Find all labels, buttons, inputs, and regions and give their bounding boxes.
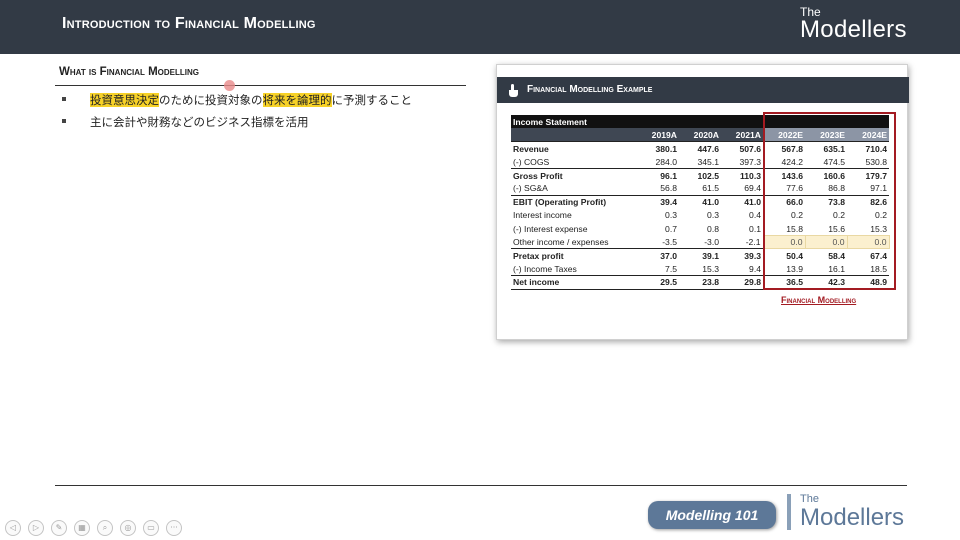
footer-divider: [55, 485, 907, 486]
logo-bar-icon: [787, 494, 791, 530]
year-header: 2020A: [679, 128, 721, 142]
table-cell: 0.8: [707, 223, 719, 234]
table-cell: 39.1: [679, 248, 721, 263]
bullet-list: 投資意思決定のために投資対象の将来を論理的に予測すること 主に会計や財務などのビ…: [62, 92, 482, 136]
bullet-square-icon: [62, 119, 66, 123]
table-cell: 0.1: [749, 223, 761, 234]
hand-pointer-icon: [509, 84, 518, 97]
bullet-text: 投資意思決定のために投資対象の将来を論理的に予測すること: [90, 92, 412, 108]
slide-title: Introduction to Financial Modelling: [62, 15, 316, 32]
bullet-text-part: のために投資対象の: [159, 93, 263, 107]
table-cell: 41.0: [679, 194, 721, 209]
table-cell: -3.5: [662, 236, 677, 247]
table-cell: 397.3: [739, 156, 761, 167]
year-header: 2019A: [637, 128, 679, 142]
zoom-icon[interactable]: ⌕: [97, 520, 113, 536]
year-header: 2021A: [721, 128, 763, 142]
next-icon[interactable]: ▷: [28, 520, 44, 536]
header-logo: The Modellers: [800, 6, 907, 42]
bullet-text-part: に予測すること: [331, 93, 413, 107]
table-cell: 0.4: [749, 210, 761, 221]
table-cell: -3.0: [704, 236, 719, 247]
bullet-item: 主に会計や財務などのビジネス指標を活用: [62, 114, 482, 136]
forecast-highlight-box: [763, 112, 896, 290]
highlighted-text: 投資意思決定: [90, 93, 159, 107]
footer-logo: The Modellers: [800, 494, 904, 531]
table-title: Income Statement: [511, 115, 637, 129]
row-label: Interest income: [513, 210, 572, 221]
table-cell: 23.8: [679, 275, 721, 290]
logo-word: Modellers: [800, 16, 907, 43]
table-cell: 284.0: [655, 156, 677, 167]
row-label: (-) Income Taxes: [513, 263, 577, 274]
prev-icon[interactable]: ◁: [5, 520, 21, 536]
bullet-item: 投資意思決定のために投資対象の将来を論理的に予測すること: [62, 92, 482, 114]
table-cell: 0.7: [665, 223, 677, 234]
table-cell: -2.1: [745, 236, 761, 247]
table-cell: 41.0: [721, 194, 763, 209]
table-cell: 0.3: [707, 210, 719, 221]
table-cell: 0.3: [665, 210, 677, 221]
row-label: Other income / expenses: [513, 236, 609, 247]
course-badge: Modelling 101: [648, 501, 776, 529]
course-badge-label: Modelling 101: [665, 507, 759, 523]
slide-header: Introduction to Financial Modelling The …: [0, 0, 960, 54]
card-title: Financial Modelling Example: [527, 84, 653, 95]
table-cell: 37.0: [637, 248, 679, 263]
table-cell: 61.5: [702, 183, 719, 194]
table-cell: 39.4: [637, 194, 679, 209]
logo-word: Modellers: [800, 504, 905, 531]
table-cell: 9.4: [749, 263, 761, 274]
pen-icon[interactable]: ✎: [51, 520, 67, 536]
table-cell: 7.5: [665, 263, 677, 274]
table-cell: 39.3: [721, 248, 763, 263]
example-card: Financial Modelling Example Income State…: [496, 64, 909, 340]
row-label: Gross Profit: [511, 168, 637, 182]
pointer-icon[interactable]: ◎: [120, 520, 136, 536]
table-cell: 69.4: [744, 183, 761, 194]
row-label: (-) Interest expense: [513, 223, 588, 234]
camera-icon[interactable]: ▭: [143, 520, 159, 536]
row-label: (-) SG&A: [513, 183, 548, 194]
section-heading: What is Financial Modelling: [59, 66, 200, 78]
table-cell: 96.1: [637, 168, 679, 182]
row-label: Revenue: [511, 141, 637, 156]
table-cell: 56.8: [660, 183, 677, 194]
section-divider: [55, 85, 466, 86]
bullet-text: 主に会計や財務などのビジネス指標を活用: [90, 115, 309, 129]
highlighted-text: 将来を論理的: [262, 93, 332, 107]
table-cell: 29.8: [721, 275, 763, 290]
table-cell: 380.1: [637, 141, 679, 156]
row-label: (-) COGS: [513, 156, 550, 167]
card-header: Financial Modelling Example: [497, 77, 909, 103]
more-icon[interactable]: ···: [166, 520, 182, 536]
row-label: Pretax profit: [511, 248, 637, 263]
table-cell: 507.6: [721, 141, 763, 156]
row-label: EBIT (Operating Profit): [511, 194, 637, 209]
row-label: Net income: [511, 275, 637, 290]
table-cell: 345.1: [697, 156, 719, 167]
table-cell: 29.5: [637, 275, 679, 290]
table-cell: 102.5: [679, 168, 721, 182]
laser-pointer-cursor: [224, 80, 235, 91]
bullet-square-icon: [62, 97, 66, 101]
table-cell: 110.3: [721, 168, 763, 182]
slides-icon[interactable]: ▦: [74, 520, 90, 536]
card-caption: Financial Modelling: [781, 295, 857, 305]
table-cell: 447.6: [679, 141, 721, 156]
table-cell: 15.3: [702, 263, 719, 274]
